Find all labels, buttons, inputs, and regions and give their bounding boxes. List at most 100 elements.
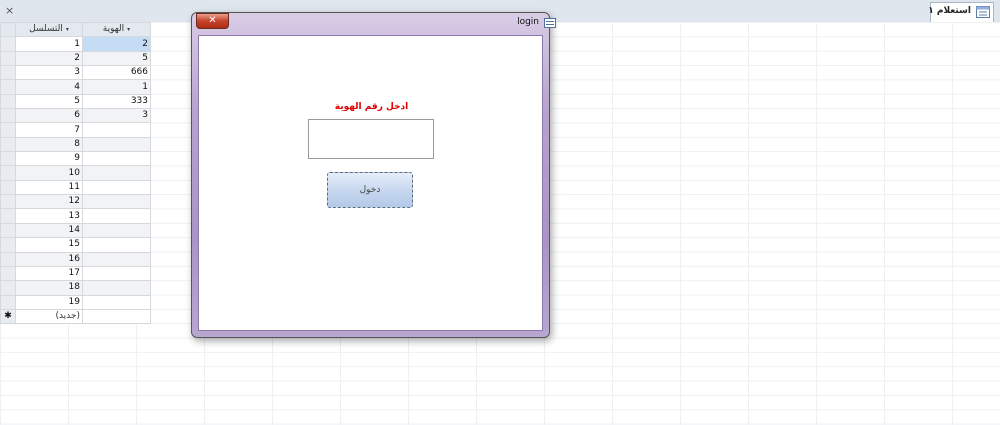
cell-seq[interactable]: 11 [15,179,83,196]
row-selector[interactable] [0,194,16,210]
cell-id[interactable]: 666 [82,65,151,81]
column-header-seq[interactable]: التسلسل ▾ [15,22,83,38]
row-selector[interactable] [0,280,16,296]
table-row[interactable]: 17 [0,265,151,282]
row-selector[interactable] [0,222,16,239]
dropdown-arrow-icon[interactable]: ▾ [66,26,69,33]
new-record-icon: ✱ [0,308,16,325]
cell-seq[interactable]: 12 [15,194,83,210]
cell-id[interactable] [82,222,151,239]
cell-seq[interactable]: 10 [15,165,83,181]
row-selector[interactable] [0,122,16,138]
row-selector[interactable] [0,79,16,95]
cell-id[interactable] [82,208,151,224]
cell-id[interactable] [82,194,151,210]
table-row[interactable]: 41 [0,79,151,95]
cell-seq[interactable]: 2 [15,50,83,67]
cell-id[interactable] [82,294,151,310]
tab-label: استعلام ١ [928,6,971,16]
login-form-body: ادخل رقم الهوية دخول [198,35,543,331]
row-selector[interactable] [0,65,16,81]
table-row[interactable]: 25 [0,50,151,67]
cell-id[interactable]: 3 [82,108,151,124]
table-row[interactable]: 11 [0,179,151,196]
table-row[interactable]: 10 [0,165,151,181]
cell-id[interactable] [82,251,151,267]
table-row[interactable]: 63 [0,108,151,124]
row-selector[interactable] [0,237,16,253]
table-row[interactable]: 15 [0,237,151,253]
table-row[interactable]: 16 [0,251,151,267]
datasheet-table: التسلسل ▾ الهوية ▾ 1 2 2 5 3 666 4 1 5 333 6 3 7 8 9 10 11… [0,22,151,325]
id-number-input[interactable] [308,119,434,159]
login-window: ✕ login ادخل رقم الهوية دخول [191,12,556,338]
cell-id[interactable]: 2 [82,36,151,52]
cell-id[interactable]: 1 [82,79,151,95]
cell-id[interactable] [82,179,151,196]
table-row[interactable]: 5 333 [0,93,151,110]
row-selector[interactable] [0,165,16,181]
table-row[interactable]: 9 [0,151,151,167]
table-row[interactable]: 8 [0,136,151,153]
table-row[interactable]: 7 [0,122,151,138]
window-title-text: login [517,17,539,27]
cell-seq[interactable]: 6 [15,108,83,124]
row-selector[interactable] [0,50,16,67]
cell-seq[interactable]: 17 [15,265,83,282]
enter-button[interactable]: دخول [327,172,413,208]
column-header-seq-label: التسلسل [29,24,63,35]
cell-seq[interactable]: 14 [15,222,83,239]
row-selector[interactable] [0,179,16,196]
row-selector[interactable] [0,36,16,52]
cell-id[interactable] [82,151,151,167]
row-selector[interactable] [0,208,16,224]
cell-seq[interactable]: 13 [15,208,83,224]
cell-id[interactable] [82,280,151,296]
cell-id[interactable] [82,122,151,138]
cell-seq[interactable]: 8 [15,136,83,153]
row-selector[interactable] [0,251,16,267]
cell-seq[interactable]: 3 [15,65,83,81]
cell-seq[interactable]: 4 [15,79,83,95]
cell-seq[interactable]: 18 [15,280,83,296]
column-header-id[interactable]: الهوية ▾ [82,22,151,38]
row-selector[interactable] [0,265,16,282]
row-selector[interactable] [0,93,16,110]
table-row[interactable]: 12 [0,194,151,210]
cell-seq[interactable]: 1 [15,36,83,52]
cell-seq[interactable]: 7 [15,122,83,138]
row-selector[interactable] [0,294,16,310]
column-header-id-label: الهوية [102,24,125,35]
cell-seq[interactable]: 9 [15,151,83,167]
cell-id[interactable] [82,237,151,253]
cell-id[interactable] [82,265,151,282]
cell-id[interactable] [82,136,151,153]
table-row[interactable]: 19 [0,294,151,310]
form-icon [544,18,556,28]
row-selector[interactable] [0,136,16,153]
new-record-label[interactable]: (جديد) [15,308,83,325]
close-tab-icon[interactable]: × [5,4,14,17]
cell-seq[interactable]: 16 [15,251,83,267]
id-prompt-label: ادخل رقم الهوية [334,102,409,112]
table-row[interactable]: 13 [0,208,151,224]
row-selector[interactable] [0,108,16,124]
window-close-button[interactable]: ✕ [196,13,229,29]
table-row[interactable]: 12 [0,36,151,52]
cell-seq[interactable]: 15 [15,237,83,253]
cell-id[interactable]: 5 [82,50,151,67]
cell-id[interactable]: 333 [82,93,151,110]
tab-query-1[interactable]: استعلام ١ [928,2,994,22]
cell-id[interactable] [82,165,151,181]
table-row[interactable]: 3 666 [0,65,151,81]
table-row[interactable]: 18 [0,280,151,296]
cell-seq[interactable]: 5 [15,93,83,110]
cell-seq[interactable]: 19 [15,294,83,310]
new-record-row[interactable]: ✱ (جديد) [0,308,151,325]
table-row[interactable]: 14 [0,222,151,239]
query-icon [976,6,990,18]
dropdown-arrow-icon[interactable]: ▾ [127,26,130,33]
select-all-corner[interactable] [0,22,16,38]
cell-id[interactable] [82,308,151,325]
row-selector[interactable] [0,151,16,167]
